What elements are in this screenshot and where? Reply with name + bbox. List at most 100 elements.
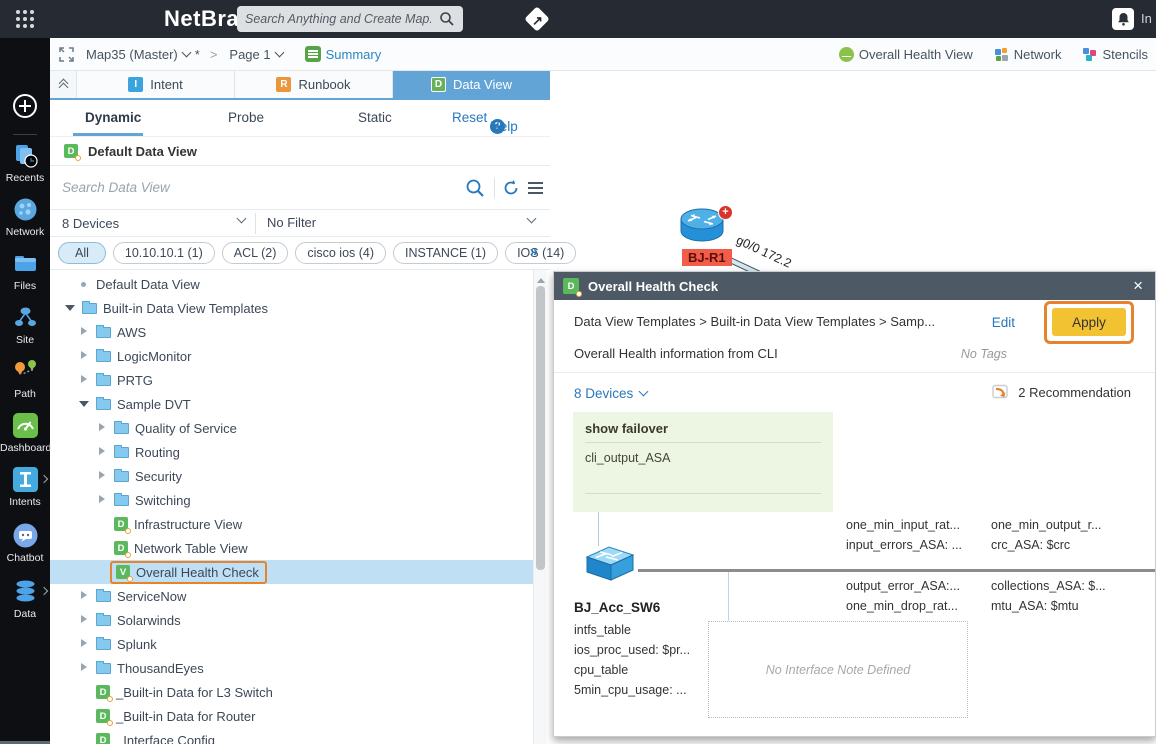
dialog-titlebar[interactable]: D Overall Health Check × bbox=[554, 272, 1155, 300]
overall-health-view-button[interactable]: Overall Health View bbox=[838, 47, 973, 62]
active-tab-underline bbox=[73, 133, 143, 136]
tree-item-servicenow[interactable]: ServiceNow bbox=[50, 584, 533, 608]
card-connector-line bbox=[598, 512, 599, 546]
tree-item-infrastructure-view[interactable]: D Infrastructure View bbox=[50, 512, 533, 536]
dialog-devices-dropdown[interactable]: 8 Devices bbox=[574, 386, 649, 401]
sidebar-item-data[interactable]: Data bbox=[0, 578, 50, 620]
network-pane-button[interactable]: Network bbox=[994, 47, 1061, 62]
notification-bell-icon[interactable] bbox=[1112, 8, 1134, 30]
sidebar-item-files[interactable]: Files bbox=[0, 250, 50, 292]
expander-open-icon[interactable] bbox=[64, 302, 76, 314]
tab-probe[interactable]: Probe bbox=[228, 110, 264, 125]
sidebar-item-network[interactable]: Network bbox=[0, 196, 50, 238]
tree-item-network-table-view[interactable]: D Network Table View bbox=[50, 536, 533, 560]
sidebar-item-intents[interactable]: Intents bbox=[0, 466, 50, 508]
tree-item-solarwinds[interactable]: Solarwinds bbox=[50, 608, 533, 632]
reset-button[interactable]: Reset bbox=[452, 110, 487, 125]
apply-button[interactable]: Apply bbox=[1052, 308, 1126, 336]
tree-item-default-data-view[interactable]: Default Data View bbox=[50, 272, 533, 296]
sidebar-item-dashboard[interactable]: Dashboard bbox=[0, 412, 51, 454]
tree-item-sample-dvt[interactable]: Sample DVT bbox=[50, 392, 533, 416]
expander-closed-icon[interactable] bbox=[78, 638, 90, 650]
tree-scrollbar[interactable] bbox=[533, 270, 546, 744]
tree-item-quality-of-service[interactable]: Quality of Service bbox=[50, 416, 533, 440]
tree-item-builtin-l3-switch[interactable]: D _Built-in Data for L3 Switch bbox=[50, 680, 533, 704]
tree-item-built-in-templates[interactable]: Built-in Data View Templates bbox=[50, 296, 533, 320]
chip-all[interactable]: All bbox=[58, 242, 106, 264]
tab-dynamic[interactable]: Dynamic bbox=[85, 110, 141, 125]
sidebar-item-path[interactable]: Path bbox=[0, 358, 50, 400]
expander-closed-icon[interactable] bbox=[96, 494, 108, 506]
app-grid-icon[interactable] bbox=[14, 8, 36, 30]
devices-dropdown[interactable]: 8 Devices bbox=[50, 216, 119, 231]
sidebar-item-site[interactable]: Site bbox=[0, 304, 50, 346]
netbrain-app: NetBrain Next-Gen ↗ In Map35 (Master) * … bbox=[0, 0, 1156, 744]
tab-data-view[interactable]: D Data View bbox=[393, 71, 550, 98]
interface-note-box[interactable]: No Interface Note Defined bbox=[708, 621, 968, 718]
bullet-icon bbox=[78, 278, 90, 290]
chip-ios[interactable]: IOS (14) bbox=[505, 242, 577, 264]
map-marker-icon[interactable]: ↗ bbox=[524, 6, 550, 32]
tab-intent[interactable]: I Intent bbox=[77, 71, 235, 98]
edit-link[interactable]: Edit bbox=[992, 315, 1015, 330]
sidebar-item-chatbot[interactable]: Chatbot bbox=[0, 522, 50, 564]
tree-item-overall-health-check[interactable]: V Overall Health Check bbox=[50, 560, 533, 584]
scrollbar-thumb[interactable] bbox=[536, 286, 545, 570]
page-dropdown[interactable]: Page 1 bbox=[229, 47, 285, 62]
chip-instance[interactable]: INSTANCE (1) bbox=[393, 242, 499, 264]
tree-item-routing[interactable]: Routing bbox=[50, 440, 533, 464]
more-chips-button[interactable]: » bbox=[530, 243, 538, 260]
chip-cisco-ios[interactable]: cisco ios (4) bbox=[295, 242, 387, 264]
tab-static[interactable]: Static bbox=[358, 110, 392, 125]
expander-closed-icon[interactable] bbox=[96, 422, 108, 434]
interface-data-label: one_min_drop_rat... bbox=[846, 599, 958, 613]
tree-item-aws[interactable]: AWS bbox=[50, 320, 533, 344]
incidents-label[interactable]: In bbox=[1141, 11, 1152, 26]
filter-dropdown[interactable]: No Filter bbox=[267, 215, 316, 230]
map-name-dropdown[interactable]: Map35 (Master) * bbox=[86, 47, 200, 62]
tree-item-security[interactable]: Security bbox=[50, 464, 533, 488]
device-label[interactable]: BJ-R1 bbox=[682, 249, 732, 266]
expander-closed-icon[interactable] bbox=[78, 614, 90, 626]
expander-closed-icon[interactable] bbox=[96, 470, 108, 482]
tree-item-interface-config[interactable]: D _Interface Config bbox=[50, 728, 533, 744]
search-icon[interactable] bbox=[439, 11, 455, 27]
tab-runbook[interactable]: R Runbook bbox=[235, 71, 393, 98]
tree-item-splunk[interactable]: Splunk bbox=[50, 632, 533, 656]
tree-item-prtg[interactable]: PRTG bbox=[50, 368, 533, 392]
expander-closed-icon[interactable] bbox=[78, 374, 90, 386]
global-search[interactable] bbox=[237, 6, 463, 32]
chevron-down-icon[interactable] bbox=[236, 213, 247, 224]
switch-device-icon[interactable] bbox=[582, 544, 636, 586]
collapse-panel-button[interactable] bbox=[50, 71, 77, 98]
expander-closed-icon[interactable] bbox=[78, 326, 90, 338]
alert-plus-badge[interactable]: + bbox=[718, 205, 733, 220]
expander-closed-icon[interactable] bbox=[78, 662, 90, 674]
list-menu-icon[interactable] bbox=[528, 182, 543, 184]
search-icon[interactable] bbox=[465, 178, 485, 198]
chevron-down-icon[interactable] bbox=[526, 213, 537, 224]
sidebar-item-recents[interactable]: Recents bbox=[0, 142, 50, 184]
stencils-button[interactable]: Stencils bbox=[1083, 47, 1148, 62]
expander-open-icon[interactable] bbox=[78, 398, 90, 410]
interface-data-label: mtu_ASA: $mtu bbox=[991, 599, 1079, 613]
expander-closed-icon[interactable] bbox=[78, 590, 90, 602]
global-search-input[interactable] bbox=[237, 12, 439, 26]
recommendation-button[interactable]: 2 Recommendation bbox=[992, 384, 1131, 400]
chip-ip[interactable]: 10.10.10.1 (1) bbox=[112, 242, 215, 264]
tree-item-thousandeyes[interactable]: ThousandEyes bbox=[50, 656, 533, 680]
chip-acl[interactable]: ACL (2) bbox=[221, 242, 289, 264]
summary-button[interactable]: Summary bbox=[304, 46, 381, 62]
expander-closed-icon[interactable] bbox=[78, 350, 90, 362]
tree-item-logicmonitor[interactable]: LogicMonitor bbox=[50, 344, 533, 368]
expand-map-icon[interactable] bbox=[59, 46, 74, 62]
expander-closed-icon[interactable] bbox=[96, 446, 108, 458]
close-icon[interactable]: × bbox=[1133, 276, 1143, 296]
scroll-up-icon[interactable] bbox=[537, 274, 545, 283]
tree-item-builtin-router[interactable]: D _Built-in Data for Router bbox=[50, 704, 533, 728]
default-data-view-row[interactable]: D Default Data View bbox=[50, 137, 550, 166]
tree-item-switching[interactable]: Switching bbox=[50, 488, 533, 512]
refresh-icon[interactable] bbox=[502, 179, 520, 197]
add-button[interactable] bbox=[0, 92, 50, 123]
cli-command-card[interactable]: show failover cli_output_ASA bbox=[573, 412, 833, 512]
